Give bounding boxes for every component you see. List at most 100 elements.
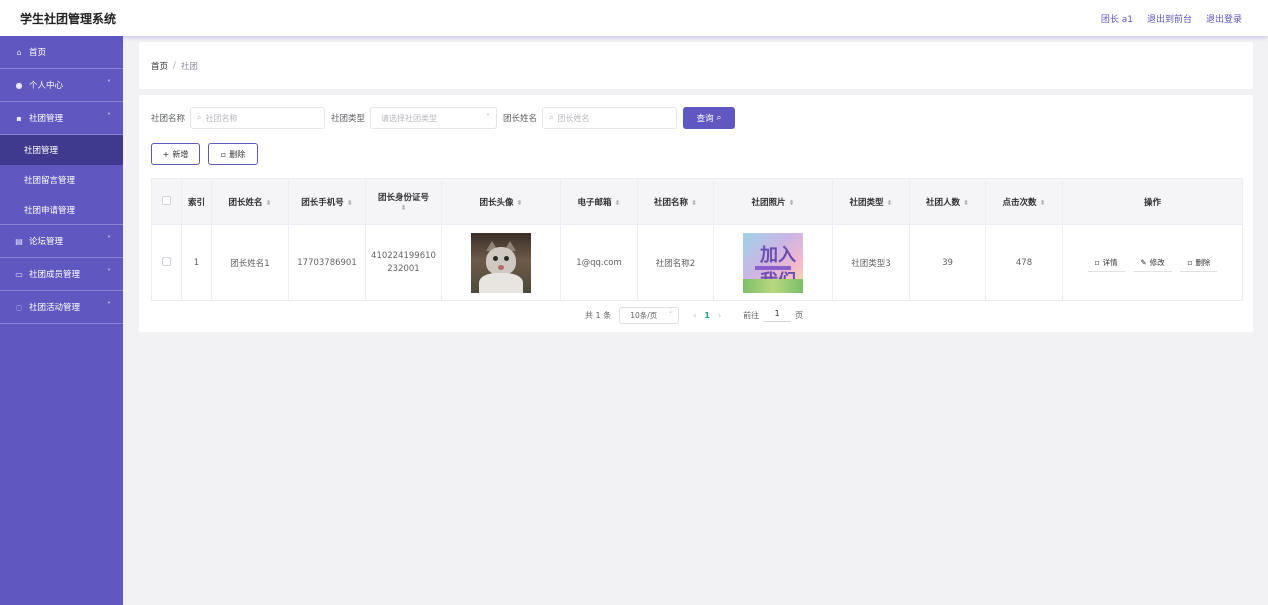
header-label: 社团名称 bbox=[654, 197, 689, 208]
main-panel: 社团名称 ⌕ 社团名称 社团类型 请选择社团类型 ˅ 团长姓名 ⌕ 团长姓名 查… bbox=[139, 95, 1253, 332]
sort-icon[interactable]: ⬍ bbox=[691, 199, 697, 207]
sidebar-item-label: 个人中心 bbox=[29, 81, 64, 91]
delete-button[interactable]: ▫ 删除 bbox=[208, 143, 258, 165]
sidebar-subitem-club-applications[interactable]: 社团申请管理 bbox=[0, 195, 123, 225]
row-delete-button[interactable]: ▫ 删除 bbox=[1180, 253, 1218, 272]
pagination: 共 1 条 10条/页 ˅ ‹ 1 › 前往 1 页 bbox=[585, 307, 803, 324]
sidebar-subitem-club[interactable]: 社团管理 bbox=[0, 135, 123, 165]
leader-name-placeholder: 团长姓名 bbox=[557, 113, 590, 123]
detail-button[interactable]: ▫ 详情 bbox=[1087, 253, 1125, 272]
goto-page-input[interactable]: 1 bbox=[763, 309, 792, 322]
detail-icon: ▫ bbox=[1094, 257, 1100, 267]
header-label: 社团照片 bbox=[751, 197, 786, 208]
chevron-down-icon: ˅ bbox=[107, 235, 111, 244]
leader-name-input[interactable]: ⌕ 团长姓名 bbox=[542, 107, 678, 129]
cell-club-name: 社团名称2 bbox=[637, 224, 714, 301]
sidebar-item-activities[interactable]: ◌ 社团活动管理 ˅ bbox=[0, 291, 123, 324]
page-size-select[interactable]: 10条/页 ˅ bbox=[619, 307, 680, 324]
sort-icon[interactable]: ⬍ bbox=[963, 199, 969, 207]
header-club-photo[interactable]: 社团照片 ⬍ bbox=[713, 178, 833, 225]
sidebar-item-label: 首页 bbox=[29, 48, 47, 58]
next-page-icon[interactable]: › bbox=[718, 311, 721, 320]
sort-icon[interactable]: ⬍ bbox=[789, 199, 795, 207]
header-leader-name[interactable]: 团长姓名 ⬍ bbox=[211, 178, 289, 225]
sort-icon[interactable]: ⬍ bbox=[1040, 199, 1046, 207]
header-index: 索引 bbox=[181, 178, 212, 225]
exit-to-front-link[interactable]: 退出到前台 bbox=[1147, 12, 1192, 25]
header-label: 社团人数 bbox=[926, 197, 961, 208]
plus-icon: + bbox=[162, 149, 170, 159]
sidebar-item-club-management[interactable]: ▪ 社团管理 ˄ bbox=[0, 102, 123, 135]
sidebar-item-profile[interactable]: ● 个人中心 ˅ bbox=[0, 69, 123, 102]
query-button[interactable]: 查询 ⌕ bbox=[683, 107, 736, 129]
header-label: 电子邮箱 bbox=[577, 197, 612, 208]
select-all-cell[interactable] bbox=[151, 178, 182, 225]
club-type-label: 社团类型 bbox=[331, 114, 366, 124]
chevron-up-icon: ˄ bbox=[107, 112, 111, 121]
user-label[interactable]: 团长 a1 bbox=[1101, 12, 1133, 25]
club-photo-image[interactable]: 加入我们 bbox=[743, 232, 803, 293]
chevron-down-icon: ˅ bbox=[486, 113, 491, 122]
prev-page-icon[interactable]: ‹ bbox=[693, 311, 696, 320]
header-label: 团长手机号 bbox=[301, 197, 344, 208]
cell-email: 1@qq.com bbox=[560, 224, 638, 301]
top-bar: 学生社团管理系统 团长 a1 退出到前台 退出登录 bbox=[0, 0, 1268, 36]
sidebar-item-home[interactable]: ⌂ 首页 bbox=[0, 36, 123, 69]
sidebar-item-forum[interactable]: ▤ 论坛管理 ˅ bbox=[0, 225, 123, 258]
club-photo-band bbox=[755, 265, 791, 270]
row-delete-label: 删除 bbox=[1195, 257, 1211, 267]
header-label: 社团类型 bbox=[849, 197, 884, 208]
header-club-name[interactable]: 社团名称 ⬍ bbox=[637, 178, 714, 225]
chevron-down-icon: ˅ bbox=[107, 79, 111, 88]
logout-link[interactable]: 退出登录 bbox=[1206, 12, 1242, 25]
add-button[interactable]: + 新增 bbox=[151, 143, 200, 165]
header-leader-phone[interactable]: 团长手机号 ⬍ bbox=[288, 178, 366, 225]
club-name-input[interactable]: ⌕ 社团名称 bbox=[190, 107, 326, 129]
header-ops: 操作 bbox=[1062, 178, 1243, 225]
search-bar: 社团名称 ⌕ 社团名称 社团类型 请选择社团类型 ˅ 团长姓名 ⌕ 团长姓名 查… bbox=[151, 107, 736, 129]
header-email[interactable]: 电子邮箱 ⬍ bbox=[560, 178, 638, 225]
sidebar-item-members[interactable]: ▭ 社团成员管理 ˅ bbox=[0, 258, 123, 291]
header-clicks[interactable]: 点击次数 ⬍ bbox=[985, 178, 1063, 225]
breadcrumb-separator: / bbox=[173, 60, 176, 71]
cell-clicks: 478 bbox=[985, 224, 1063, 301]
activity-icon: ◌ bbox=[15, 302, 23, 312]
trash-icon: ▫ bbox=[1187, 257, 1193, 267]
sort-icon[interactable]: ⬍ bbox=[347, 199, 353, 207]
chevron-down-icon: ˅ bbox=[107, 301, 111, 310]
user-icon: ● bbox=[15, 80, 23, 90]
header-member-count[interactable]: 社团人数 ⬍ bbox=[909, 178, 986, 225]
club-type-select[interactable]: 请选择社团类型 ˅ bbox=[370, 107, 498, 129]
search-icon: ⌕ bbox=[549, 113, 554, 122]
edit-button[interactable]: ✎ 修改 bbox=[1133, 253, 1172, 272]
select-all-checkbox[interactable] bbox=[162, 195, 171, 205]
header-club-type[interactable]: 社团类型 ⬍ bbox=[832, 178, 910, 225]
sidebar-subitem-club-messages[interactable]: 社团留言管理 bbox=[0, 165, 123, 195]
row-checkbox[interactable] bbox=[162, 256, 171, 266]
goto-label: 前往 bbox=[743, 311, 760, 320]
club-name-placeholder: 社团名称 bbox=[205, 113, 238, 123]
header-leader-avatar[interactable]: 团长头像 ⬍ bbox=[441, 178, 561, 225]
pager-total: 共 1 条 bbox=[585, 311, 612, 320]
sort-icon[interactable]: ⬍ bbox=[266, 199, 272, 207]
breadcrumb: 首页 / 社团 bbox=[139, 42, 1253, 89]
row-select-cell[interactable] bbox=[151, 224, 182, 301]
cell-leader-phone: 17703786901 bbox=[288, 224, 366, 301]
sort-icon[interactable]: ⬍ bbox=[615, 199, 621, 207]
sidebar-item-label: 社团活动管理 bbox=[29, 303, 81, 313]
leader-name-label: 团长姓名 bbox=[503, 114, 538, 124]
sort-icon[interactable]: ⬍ bbox=[517, 199, 523, 207]
chevron-down-icon: ˅ bbox=[107, 268, 111, 277]
cat-eye bbox=[504, 255, 509, 261]
club-photo-grass bbox=[743, 278, 803, 293]
cat-eye bbox=[493, 255, 498, 261]
top-links: 团长 a1 退出到前台 退出登录 bbox=[1101, 12, 1242, 25]
sidebar-item-label: 论坛管理 bbox=[29, 237, 64, 247]
sort-icon[interactable]: ⬍ bbox=[887, 199, 893, 207]
header-leader-id[interactable]: 团长身份证号 ⬍ bbox=[365, 178, 442, 225]
leader-id-text: 410224199610232001 bbox=[371, 250, 436, 274]
leader-avatar-image[interactable] bbox=[471, 232, 531, 293]
breadcrumb-home[interactable]: 首页 bbox=[151, 60, 168, 72]
page-number-current[interactable]: 1 bbox=[704, 311, 710, 320]
sort-icon[interactable]: ⬍ bbox=[401, 204, 407, 212]
